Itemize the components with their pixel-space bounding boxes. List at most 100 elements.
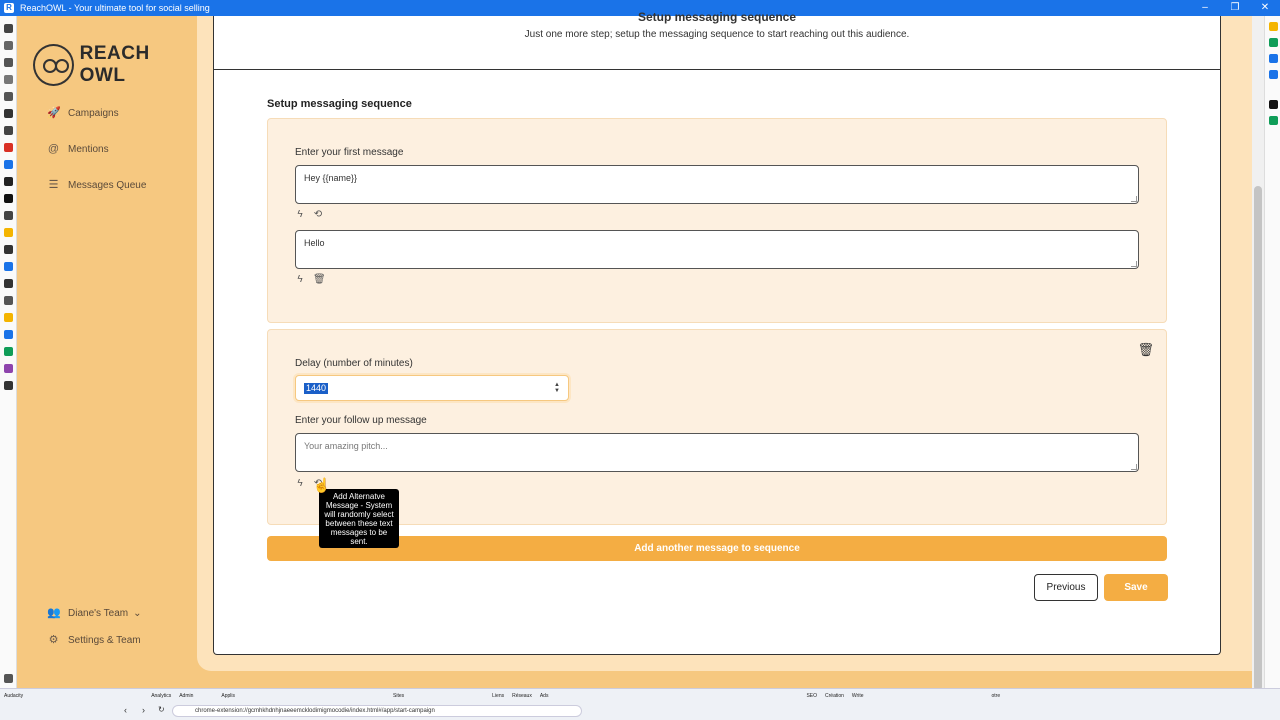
sidebar-item-label: Mentions <box>68 144 109 155</box>
rocket-icon: 🚀 <box>47 107 61 119</box>
app-icon-grey[interactable] <box>4 245 13 254</box>
app-icon-blue2[interactable] <box>4 262 13 271</box>
bookmark-otre[interactable]: otre <box>992 693 1001 699</box>
add-message-button[interactable]: Add another message to sequence <box>267 536 1167 561</box>
gear-icon: ⚙ <box>48 634 59 646</box>
follow-up-label: Enter your follow up message <box>295 415 427 426</box>
first-message-actions: ϟ ⟲ <box>295 210 323 220</box>
sidebar-item-settings[interactable]: ⚙ Settings & Team <box>47 634 141 647</box>
lightning-icon[interactable]: ϟ <box>295 210 305 220</box>
extension-icon[interactable] <box>4 109 13 118</box>
team-selector[interactable]: 👥 Diane's Team ⌄ <box>47 607 141 620</box>
browser-right-panel <box>1264 16 1280 688</box>
play-icon[interactable] <box>4 347 13 356</box>
first-message-panel: Enter your first message Hey {{name}} ϟ … <box>267 118 1167 323</box>
app-icon-blue[interactable] <box>4 160 13 169</box>
section-title: Setup messaging sequence <box>267 98 412 110</box>
bookmark-seo[interactable]: SEO <box>806 693 817 699</box>
app-icon-yellow2[interactable] <box>4 313 13 322</box>
app-icon-yellow[interactable] <box>4 228 13 237</box>
bookmark-applis[interactable]: Applis <box>221 693 235 699</box>
lightning-icon[interactable]: ϟ <box>295 479 305 489</box>
close-button[interactable]: ✕ <box>1250 0 1280 16</box>
sidebar-item-mentions[interactable]: @ Mentions <box>47 143 109 156</box>
maximize-button[interactable]: ❐ <box>1220 0 1250 16</box>
app-icon-dark[interactable] <box>1269 100 1278 109</box>
puzzle-icon[interactable] <box>1269 70 1278 79</box>
gmail-icon[interactable] <box>4 143 13 152</box>
glasses-icon[interactable] <box>4 296 13 305</box>
add-icon[interactable] <box>1269 116 1278 125</box>
content-card: Setup messaging sequence Just one more s… <box>213 10 1221 655</box>
previous-button[interactable]: Previous <box>1034 574 1098 601</box>
resize-handle[interactable] <box>1131 464 1137 470</box>
download-icon[interactable] <box>4 58 13 67</box>
alternative-message-tooltip: Add Alternatve Message - System will ran… <box>319 489 399 548</box>
alternative-message-input[interactable]: Hello <box>295 230 1139 269</box>
first-message-label: Enter your first message <box>295 147 404 158</box>
back-icon[interactable]: ‹ <box>124 705 127 715</box>
app-icon-black[interactable] <box>4 194 13 203</box>
logo-text: REACH OWL <box>79 43 150 86</box>
resize-handle[interactable] <box>1131 261 1137 267</box>
settings-icon[interactable] <box>4 674 13 683</box>
trash-icon[interactable]: 🗑 <box>313 275 326 285</box>
reading-list-icon[interactable] <box>4 41 13 50</box>
app-sidebar: REACH OWL 🚀 Campaigns @ Mentions ☰ Messa… <box>17 16 197 688</box>
follow-up-placeholder: Your amazing pitch... <box>304 441 388 451</box>
alternative-message-actions: ϟ 🗑 <box>295 275 326 285</box>
delay-label: Delay (number of minutes) <box>295 358 413 369</box>
scrollbar-thumb[interactable] <box>1254 186 1262 691</box>
list-icon: ☰ <box>48 179 59 191</box>
chevron-down-icon: ⌄ <box>133 608 142 619</box>
sheets-icon[interactable] <box>1269 38 1278 47</box>
globe-icon[interactable] <box>4 211 13 220</box>
scrollbar[interactable] <box>1252 16 1264 691</box>
forward-icon[interactable]: › <box>142 705 145 715</box>
bookmark-write[interactable]: Write <box>852 693 864 699</box>
app-icon-purple[interactable] <box>4 364 13 373</box>
calendar-icon[interactable] <box>4 126 13 135</box>
first-message-input[interactable]: Hey {{name}} <box>295 165 1139 204</box>
lightning-icon[interactable]: ϟ <box>295 275 305 285</box>
plus-icon[interactable] <box>4 330 13 339</box>
edit-icon[interactable] <box>4 92 13 101</box>
address-bar-row: ‹ › ↻ chrome-extension://gcmhkhdnhjnaeee… <box>0 702 1280 720</box>
history-icon[interactable] <box>4 75 13 84</box>
resize-handle[interactable] <box>1131 196 1137 202</box>
page-subtitle: Just one more step; setup the messaging … <box>524 29 910 40</box>
bookmark-admin[interactable]: Admin <box>179 693 193 699</box>
bookmark-analytics[interactable]: Analytics <box>151 693 171 699</box>
bookmark-liens[interactable]: Liens <box>492 693 504 699</box>
logo: REACH OWL <box>33 43 197 87</box>
number-spinner[interactable]: ▲ ▼ <box>554 382 560 394</box>
reload-icon[interactable]: ↻ <box>158 705 165 714</box>
team-icon: 👥 <box>47 607 61 619</box>
bookmark-ads[interactable]: Ads <box>540 693 549 699</box>
bookmark-creation[interactable]: Création <box>825 693 844 699</box>
at-icon: @ <box>47 143 60 155</box>
app-icon-dark2[interactable] <box>4 279 13 288</box>
bookmark-icon[interactable] <box>4 24 13 33</box>
app-icon-dark[interactable] <box>4 177 13 186</box>
sidebar-item-messages-queue[interactable]: ☰ Messages Queue <box>47 179 147 192</box>
hand-cursor-icon: ☝ <box>313 477 331 493</box>
bookmark-reseaux[interactable]: Réseaux <box>512 693 532 699</box>
owl-logo-icon <box>33 44 74 86</box>
sidebar-item-label: Campaigns <box>68 108 119 119</box>
extension-icon[interactable] <box>1269 22 1278 31</box>
url-input[interactable]: chrome-extension://gcmhkhdnhjnaeeemcklod… <box>172 705 582 717</box>
first-message-value: Hey {{name}} <box>304 173 358 183</box>
app-icon[interactable] <box>1269 54 1278 63</box>
page-header: Setup messaging sequence Just one more s… <box>214 10 1220 70</box>
repeat-icon[interactable]: ⟲ <box>313 210 323 220</box>
bookmark-audacity[interactable]: Audacity <box>4 693 23 699</box>
sidebar-item-campaigns[interactable]: 🚀 Campaigns <box>47 107 119 120</box>
bookmark-sites[interactable]: Sites <box>393 693 404 699</box>
delete-step-trash-icon[interactable]: 🗑 <box>1137 342 1154 358</box>
delay-input[interactable]: 1440 ▲ ▼ <box>295 375 569 401</box>
follow-up-message-input[interactable]: Your amazing pitch... <box>295 433 1139 472</box>
app-icon: R <box>4 3 14 13</box>
save-button[interactable]: Save <box>1104 574 1168 601</box>
app-icon-dark3[interactable] <box>4 381 13 390</box>
